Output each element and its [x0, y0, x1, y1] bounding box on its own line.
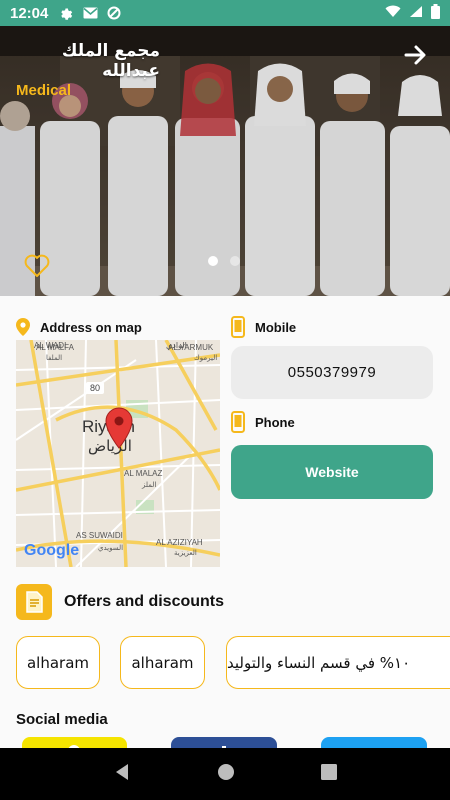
map-label: الملز — [141, 481, 156, 489]
recents-icon[interactable] — [321, 764, 337, 784]
offer-chip[interactable]: alharam — [16, 636, 100, 689]
road-number: 80 — [90, 383, 100, 393]
address-label: Address on map — [40, 319, 142, 335]
back-icon[interactable] — [113, 763, 131, 785]
carousel-dots — [208, 256, 240, 266]
heart-icon[interactable] — [24, 254, 50, 278]
data-saver-icon — [106, 5, 122, 21]
map-label: العزيزية — [174, 549, 197, 557]
website-button[interactable]: Website — [231, 445, 433, 499]
google-logo: Google — [24, 542, 79, 559]
mobile-number-button[interactable]: 0550379979 — [231, 346, 433, 399]
screen: 12:04 مجمع الملك عبدالله Medical Address… — [0, 0, 450, 800]
phone-icon — [231, 411, 245, 433]
phone-label: Phone — [255, 414, 295, 430]
map-label: AL MALFA — [36, 343, 75, 352]
address-label-row: Address on map — [16, 318, 142, 336]
offers-document-icon — [16, 584, 52, 620]
map-label: AS SUWAIDI — [76, 531, 123, 540]
mobile-label: Mobile — [255, 319, 297, 335]
android-nav-bar — [0, 748, 450, 800]
location-map[interactable]: AL WADI الوادي AL MALFA الملفا AL YARMUK… — [16, 340, 220, 567]
map-label: AL AZIZIYAH — [156, 538, 203, 547]
status-time: 12:04 — [10, 4, 49, 22]
map-label: اليرموك — [194, 354, 217, 362]
gmail-icon — [82, 5, 98, 21]
offers-header: Offers and discounts — [16, 584, 224, 620]
social-media-title: Social media — [16, 711, 108, 728]
settings-icon — [58, 5, 74, 21]
offers-title: Offers and discounts — [64, 593, 225, 610]
map-graphic: AL WADI الوادي AL MALFA الملفا AL YARMUK… — [16, 340, 220, 567]
map-label: السويدي — [98, 544, 123, 552]
map-label: AL YARMUK — [168, 343, 214, 352]
status-right-icons — [385, 3, 440, 23]
offer-chip[interactable]: ١٠% في قسم النساء والتوليد — [226, 636, 450, 689]
signal-icon — [409, 5, 423, 22]
wifi-icon — [385, 5, 401, 22]
map-label: الملفا — [46, 354, 62, 362]
location-pin-icon — [16, 318, 30, 336]
carousel-dot[interactable] — [208, 256, 218, 266]
hero-title: مجمع الملك عبدالله — [61, 41, 160, 81]
back-arrow-icon[interactable] — [402, 42, 428, 68]
mobile-phone-icon — [231, 316, 245, 338]
phone-label-row: Phone — [231, 411, 295, 433]
hero-image-carousel[interactable]: مجمع الملك عبدالله Medical — [0, 26, 450, 296]
carousel-dot[interactable] — [230, 256, 240, 266]
battery-icon — [431, 3, 440, 23]
map-label: AL MALAZ — [124, 469, 162, 478]
home-icon[interactable] — [217, 763, 235, 785]
hero-category: Medical — [16, 82, 72, 99]
offer-chip[interactable]: alharam — [120, 636, 205, 689]
mobile-label-row: Mobile — [231, 316, 296, 338]
status-bar: 12:04 — [0, 0, 450, 26]
